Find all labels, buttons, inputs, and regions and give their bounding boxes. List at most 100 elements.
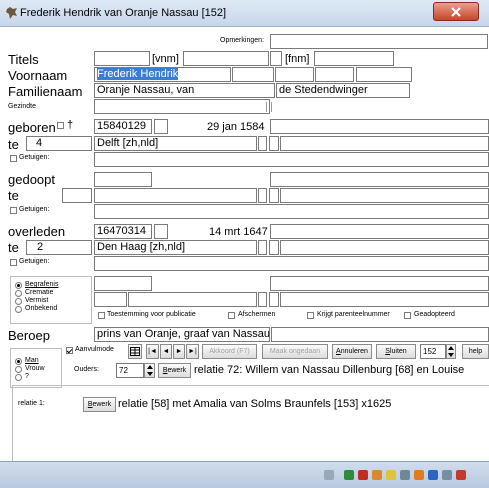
akkoord-button[interactable]: Akkoord (F7) [202, 344, 257, 359]
burial-radio-begrafenis[interactable] [15, 282, 22, 289]
overleden-place-extra-1[interactable] [258, 240, 267, 255]
sex-radio-unknown[interactable] [15, 374, 22, 381]
overleden-place-note[interactable] [280, 240, 489, 255]
nav-first-button[interactable]: |◄ [146, 344, 159, 359]
geadopteerd-checkbox[interactable] [404, 312, 411, 319]
fnm-field[interactable] [314, 51, 394, 66]
fnm-label: [fnm] [285, 53, 310, 65]
familienaam-label: Familienaam [8, 84, 83, 99]
sex-radio-man[interactable] [15, 358, 22, 365]
overleden-place-extra-2[interactable] [269, 240, 279, 255]
begraven-place-note[interactable] [280, 292, 489, 307]
begraven-note-field[interactable] [270, 276, 489, 291]
geboren-place-extra-1[interactable] [258, 136, 267, 151]
resize-grip[interactable] [266, 102, 272, 112]
sluiten-button[interactable]: Sluiten [376, 344, 416, 359]
overleden-date-text: 14 mrt 1647 [209, 226, 268, 238]
geboren-uncertain-checkbox[interactable] [57, 122, 64, 129]
familienaam-field[interactable]: Oranje Nassau, van [94, 83, 275, 98]
record-spin-button[interactable] [446, 344, 456, 359]
begraven-place-extra-1[interactable] [258, 292, 267, 307]
record-number-field[interactable]: 152 [420, 344, 446, 359]
nav-prev-button[interactable]: ◄ [160, 344, 172, 359]
nav-next-button[interactable]: ► [173, 344, 185, 359]
aanvulmode-checkbox[interactable] [66, 347, 73, 354]
geboren-place-field[interactable]: Delft [zh,nld] [94, 136, 257, 151]
geboren-place-note[interactable] [280, 136, 489, 151]
geboren-getuigen-checkbox[interactable] [10, 155, 17, 162]
gedoopt-place-field[interactable] [94, 188, 257, 203]
beroep-extra-field[interactable] [271, 327, 489, 342]
sex-radio-vrouw[interactable] [15, 366, 22, 373]
close-button[interactable] [433, 2, 479, 21]
begraven-place-num[interactable] [94, 292, 127, 307]
begraven-date-field[interactable] [94, 276, 152, 291]
overleden-te-num[interactable]: 2 [26, 240, 92, 255]
flag-icon[interactable] [442, 470, 452, 480]
afschermen-checkbox[interactable] [228, 312, 235, 319]
tray-icon-10[interactable] [456, 470, 466, 480]
annuleren-button[interactable]: Annuleren [332, 344, 372, 359]
voornaam-extra-3[interactable] [315, 67, 354, 82]
begraven-place-extra-2[interactable] [269, 292, 279, 307]
beroep-field[interactable]: prins van Oranje, graaf van Nassau, [94, 327, 270, 342]
krijgt-parenteelnummer-checkbox[interactable] [307, 312, 314, 319]
overleden-getuigen-checkbox[interactable] [10, 259, 17, 266]
geboren-te-num[interactable]: 4 [26, 136, 92, 151]
geboren-note-field[interactable] [270, 119, 489, 134]
ouders-bewerk-button[interactable]: Bewerk [158, 363, 191, 378]
relatie1-bewerk-button[interactable]: Bewerk [83, 397, 116, 412]
toestemming-checkbox[interactable] [98, 312, 105, 319]
gedoopt-place-note[interactable] [280, 188, 489, 203]
gedoopt-getuigen-checkbox[interactable] [10, 207, 17, 214]
tray-icon-2[interactable] [344, 470, 354, 480]
burial-radio-vermist[interactable] [15, 298, 22, 305]
voornaam-field[interactable]: Frederik Hendrik [94, 67, 231, 82]
gezindte-field[interactable] [94, 99, 270, 114]
gedoopt-place-extra-1[interactable] [258, 188, 267, 203]
relatie1-text: relatie [58] met Amalia van Solms Braunf… [118, 398, 392, 410]
network-icon[interactable] [400, 470, 410, 480]
gedoopt-date-field[interactable] [94, 172, 152, 187]
overleden-date-extra[interactable] [154, 224, 168, 239]
overleden-getuigen-field[interactable] [94, 256, 489, 271]
tray-icon-7[interactable] [414, 470, 424, 480]
titels-field[interactable] [94, 51, 150, 66]
voornaam-extra-2[interactable] [275, 67, 314, 82]
opmerkingen-field[interactable] [270, 34, 488, 49]
title-bar: Frederik Hendrik van Oranje Nassau [152] [0, 0, 489, 27]
gedoopt-getuigen-field[interactable] [94, 204, 489, 219]
voornaam-extra-4[interactable] [356, 67, 412, 82]
overleden-place-field[interactable]: Den Haag [zh,nld] [94, 240, 257, 255]
speaker-icon[interactable] [386, 470, 396, 480]
overleden-note-field[interactable] [270, 224, 489, 239]
geboren-getuigen-field[interactable] [94, 152, 489, 167]
geboren-date-text: 29 jan 1584 [207, 121, 265, 133]
begraven-place-field[interactable] [128, 292, 257, 307]
overleden-date-field[interactable]: 16470314 [94, 224, 152, 239]
taskbar [0, 461, 489, 488]
voornaam-extra-1[interactable] [232, 67, 274, 82]
burial-radio-crematie[interactable] [15, 290, 22, 297]
ouders-spin-button[interactable] [144, 363, 155, 378]
tray-icon-1[interactable] [324, 470, 334, 480]
geboren-date-extra[interactable] [154, 119, 168, 134]
vnm-extra-field[interactable] [270, 51, 282, 66]
grid-button[interactable] [128, 344, 142, 359]
gedoopt-note-field[interactable] [270, 172, 489, 187]
help-button[interactable]: help [462, 344, 489, 359]
familienaam-extra-field[interactable]: de Stedendwinger [276, 83, 410, 98]
gedoopt-place-extra-2[interactable] [269, 188, 279, 203]
tray-icon-4[interactable] [372, 470, 382, 480]
afschermen-label: Afschermen [238, 311, 276, 318]
nav-last-button[interactable]: ►| [186, 344, 199, 359]
gedoopt-te-num[interactable] [62, 188, 92, 203]
geboren-date-field[interactable]: 15840129 [94, 119, 152, 134]
tray-icon-8[interactable] [428, 470, 438, 480]
burial-radio-onbekend[interactable] [15, 306, 22, 313]
maak-ongedaan-button[interactable]: Maak ongedaan [262, 344, 328, 359]
geboren-place-extra-2[interactable] [269, 136, 279, 151]
vnm-field[interactable] [183, 51, 269, 66]
ouders-number-field[interactable]: 72 [116, 363, 144, 378]
tray-icon-3[interactable] [358, 470, 368, 480]
